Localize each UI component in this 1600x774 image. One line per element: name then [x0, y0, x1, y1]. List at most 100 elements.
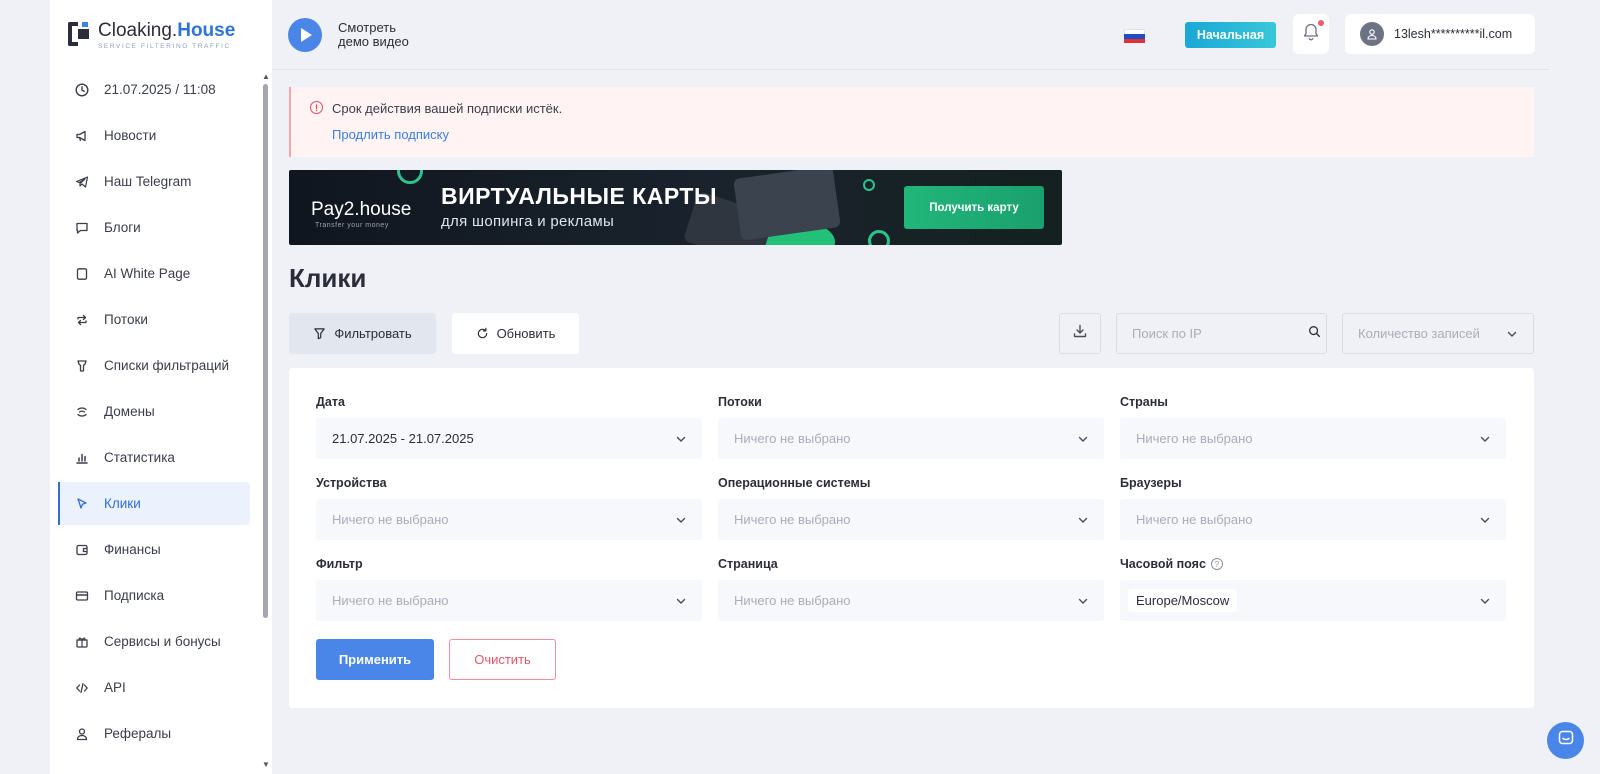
chevron-down-icon	[1077, 514, 1089, 526]
filter-button-label: Фильтровать	[334, 326, 412, 341]
chevron-down-icon	[1479, 433, 1491, 445]
plan-badge[interactable]: Начальная	[1185, 22, 1276, 48]
decor-ring	[397, 170, 423, 184]
filter-icon	[75, 359, 89, 373]
code-icon	[75, 681, 89, 695]
logo-tagline: SERVICE FILTERING TRAFFIC	[98, 43, 231, 50]
filter-button[interactable]: Фильтровать	[289, 313, 436, 354]
notification-dot	[1318, 20, 1324, 26]
clock-icon	[75, 82, 89, 97]
chevron-down-icon	[675, 514, 687, 526]
sidebar-item-label: Новости	[104, 128, 157, 143]
sidebar-item-label: Финансы	[104, 542, 161, 557]
date-range-select[interactable]: 21.07.2025 - 21.07.2025	[316, 418, 702, 459]
streams-select[interactable]: Ничего не выбрано	[718, 418, 1104, 459]
clear-button[interactable]: Очистить	[449, 639, 556, 680]
sidebar-item-referrals[interactable]: Рефералы	[58, 712, 250, 755]
sidebar-item-label: API	[104, 680, 126, 695]
timezone-select[interactable]: Europe/Moscow	[1120, 580, 1506, 621]
browsers-select[interactable]: Ничего не выбрано	[1120, 499, 1506, 540]
sidebar-item-label: 21.07.2025 / 11:08	[104, 82, 216, 97]
demo-line-2: демо видео	[338, 34, 409, 49]
records-count-select[interactable]: Количество записей	[1342, 313, 1534, 354]
streams-value: Ничего не выбрано	[734, 431, 851, 446]
avatar-icon	[1360, 22, 1384, 46]
page-select[interactable]: Ничего не выбрано	[718, 580, 1104, 621]
devices-select[interactable]: Ничего не выбрано	[316, 499, 702, 540]
chevron-down-icon	[675, 433, 687, 445]
telegram-icon	[75, 175, 89, 189]
os-value: Ничего не выбрано	[734, 512, 851, 527]
apply-button[interactable]: Применить	[316, 639, 434, 680]
sidebar-item-news[interactable]: Новости	[58, 114, 250, 157]
repeat-icon	[75, 313, 89, 327]
ip-search	[1116, 313, 1327, 354]
scroll-down-arrow-icon[interactable]: ▼	[262, 760, 270, 769]
countries-select[interactable]: Ничего не выбрано	[1120, 418, 1506, 459]
refresh-button[interactable]: Обновить	[452, 313, 579, 354]
sidebar-item-telegram[interactable]: Наш Telegram	[58, 160, 250, 203]
devices-filter: Устройства Ничего не выбрано	[316, 476, 702, 540]
bar-chart-icon	[75, 451, 89, 465]
sidebar-item-streams[interactable]: Потоки	[58, 298, 250, 341]
sidebar-item-label: Наш Telegram	[104, 174, 192, 189]
pay2house-logo: Pay2.house	[311, 199, 412, 220]
sidebar-nav: 21.07.2025 / 11:08 Новости Наш Telegram …	[58, 68, 250, 758]
sidebar-scrollbar[interactable]	[263, 84, 268, 618]
filter-filter: Фильтр Ничего не выбрано	[316, 557, 702, 621]
demo-line-1: Смотреть	[338, 20, 396, 35]
russia-flag-icon[interactable]	[1124, 29, 1145, 43]
os-label: Операционные системы	[718, 476, 871, 490]
sidebar-item-ai-white-page[interactable]: AI White Page	[58, 252, 250, 295]
promo-banner[interactable]: Pay2.house Transfer your money ВИРТУАЛЬН…	[289, 170, 1062, 245]
chat-icon	[1557, 729, 1575, 752]
page-value: Ничего не выбрано	[734, 593, 851, 608]
filter-label: Фильтр	[316, 557, 363, 571]
sidebar-item-services[interactable]: Сервисы и бонусы	[58, 620, 250, 663]
sidebar-item-blogs[interactable]: Блоги	[58, 206, 250, 249]
ip-search-input[interactable]	[1132, 326, 1308, 341]
sidebar-item-label: Списки фильтраций	[104, 358, 230, 373]
sidebar-item-finance[interactable]: Финансы	[58, 528, 250, 571]
sidebar-item-label: Потоки	[104, 312, 148, 327]
sidebar-item-subscription[interactable]: Подписка	[58, 574, 250, 617]
sidebar-item-filter-lists[interactable]: Списки фильтраций	[58, 344, 250, 387]
decor-ring	[868, 230, 890, 245]
sidebar-item-clicks[interactable]: Клики	[58, 482, 250, 525]
page-label: Страница	[718, 557, 778, 571]
renew-subscription-link[interactable]: Продлить подписку	[332, 127, 449, 142]
os-filter: Операционные системы Ничего не выбрано	[718, 476, 1104, 540]
logo-mark-icon	[68, 20, 90, 48]
filter-icon	[313, 327, 326, 340]
sidebar-item-api[interactable]: API	[58, 666, 250, 709]
date-filter: Дата 21.07.2025 - 21.07.2025	[316, 395, 702, 459]
user-menu[interactable]: 13lesh**********il.com	[1345, 14, 1535, 54]
page-filter: Страница Ничего не выбрано	[718, 557, 1104, 621]
play-demo-icon[interactable]	[288, 18, 322, 52]
os-select[interactable]: Ничего не выбрано	[718, 499, 1104, 540]
megaphone-icon	[75, 129, 89, 143]
scroll-up-arrow-icon[interactable]: ▲	[262, 72, 270, 81]
notifications-button[interactable]	[1293, 14, 1329, 54]
get-card-button[interactable]: Получить карту	[904, 186, 1044, 229]
date-label: Дата	[316, 395, 345, 409]
download-button[interactable]	[1059, 313, 1101, 354]
chevron-down-icon	[1479, 514, 1491, 526]
logo[interactable]: Cloaking.House SERVICE FILTERING TRAFFIC	[68, 20, 235, 50]
sidebar-item-domains[interactable]: Домены	[58, 390, 250, 433]
countries-label: Страны	[1120, 395, 1168, 409]
support-chat-button[interactable]	[1547, 722, 1584, 759]
gift-icon	[75, 635, 89, 649]
decor-ring	[863, 179, 875, 191]
sidebar-item-statistics[interactable]: Статистика	[58, 436, 250, 479]
filter-select[interactable]: Ничего не выбрано	[316, 580, 702, 621]
chevron-down-icon	[675, 595, 687, 607]
bell-icon	[1302, 22, 1320, 47]
demo-video-link[interactable]: Смотреть демо видео	[338, 21, 438, 49]
browsers-value: Ничего не выбрано	[1136, 512, 1253, 527]
search-icon[interactable]	[1308, 325, 1321, 343]
sidebar-item-label: Сервисы и бонусы	[104, 634, 221, 649]
refresh-icon	[476, 327, 489, 340]
banner-title: ВИРТУАЛЬНЫЕ КАРТЫ	[441, 183, 717, 209]
help-circle-icon[interactable]: ?	[1210, 558, 1223, 570]
